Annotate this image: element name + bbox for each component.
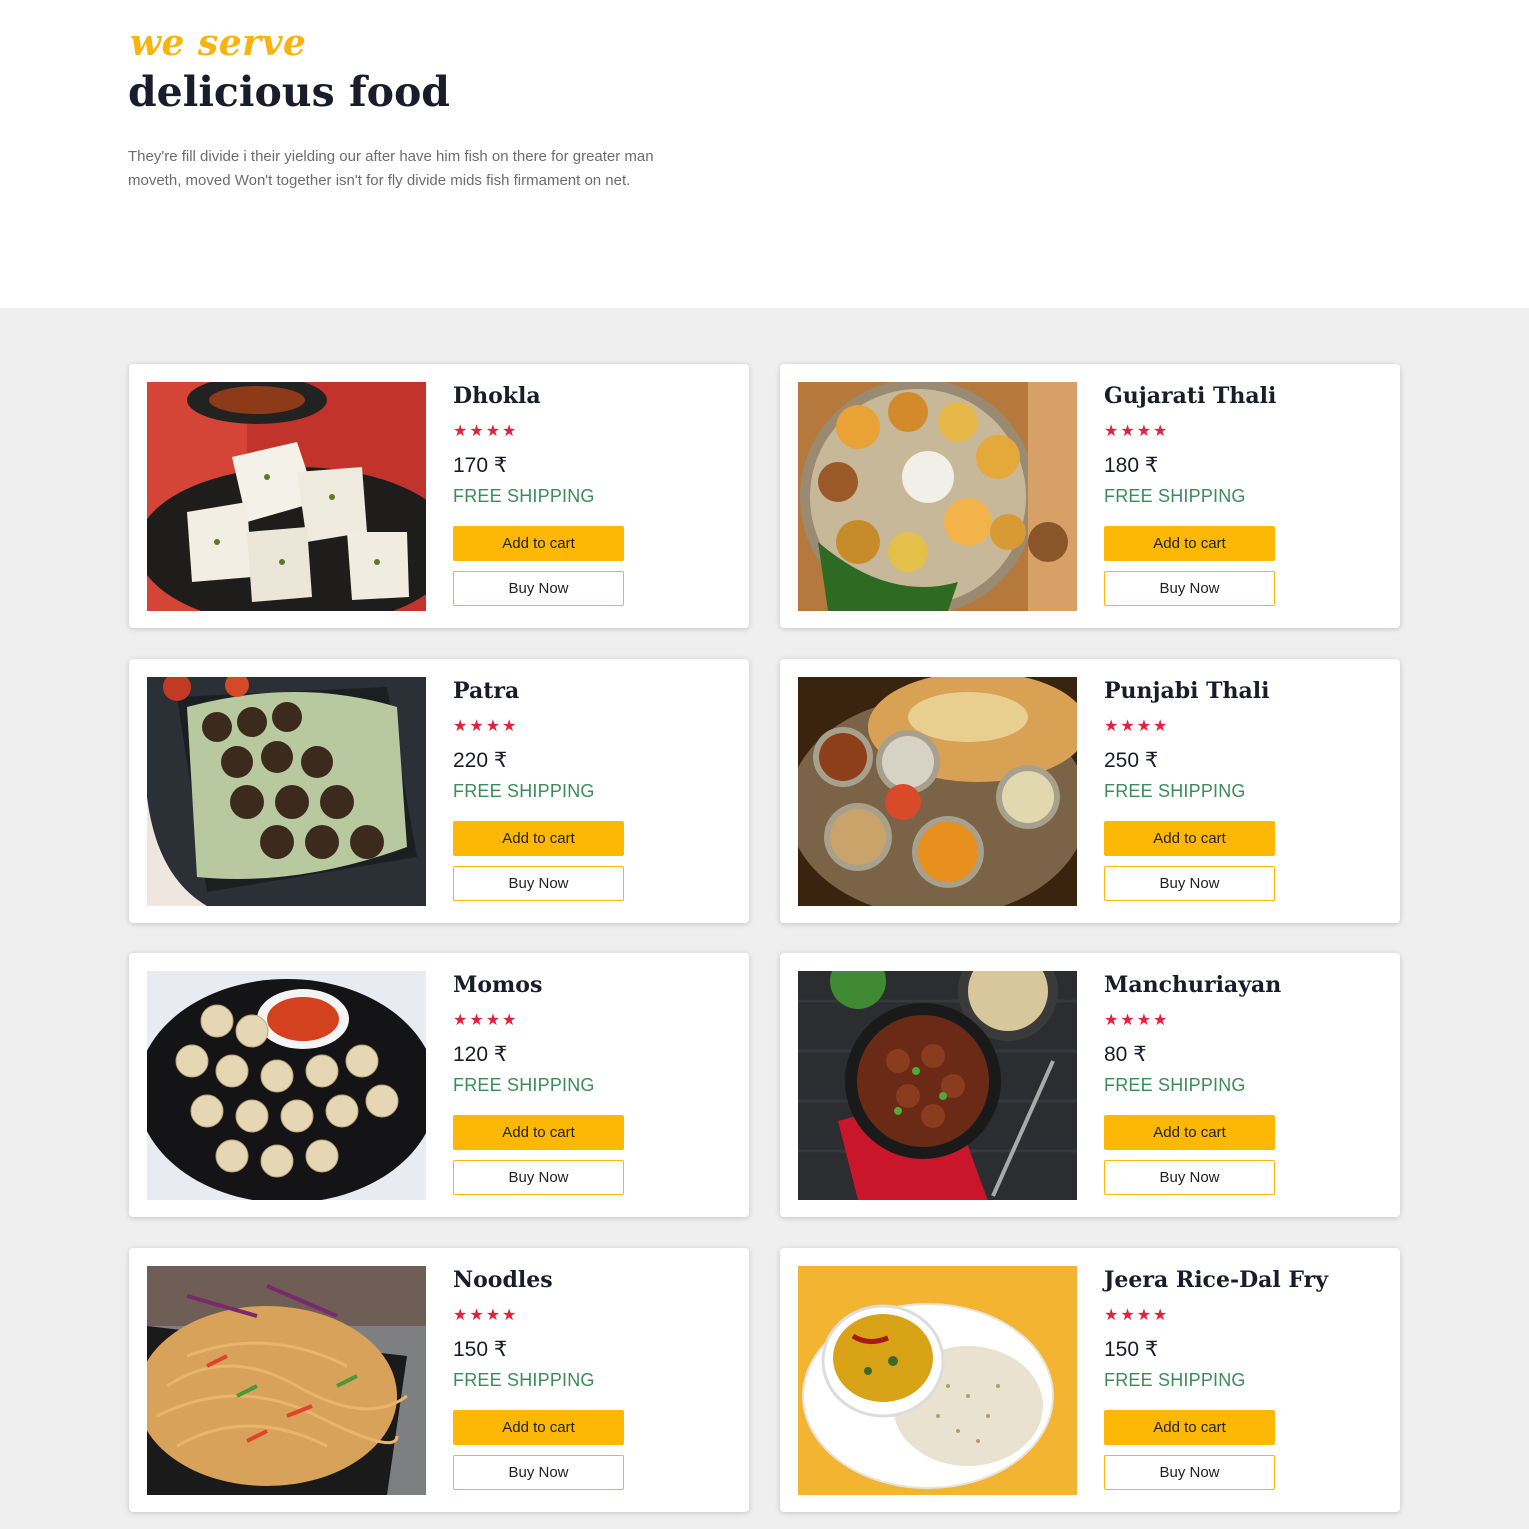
food-photo-gujarati-thali[interactable] <box>798 382 1077 611</box>
shipping-label: FREE SHIPPING <box>453 1075 595 1095</box>
add-to-cart-button[interactable]: Add to cart <box>1104 821 1275 856</box>
food-image <box>798 1266 1077 1495</box>
rating-stars: ★★★★ <box>1104 718 1170 735</box>
food-photo-manchuriayan[interactable] <box>798 971 1077 1200</box>
food-image <box>147 382 426 611</box>
menu-grid: Dhokla ★★★★ 170 ₹ FREE SHIPPING Add to c… <box>0 308 1529 1529</box>
shipping-label: FREE SHIPPING <box>453 486 595 506</box>
add-to-cart-button[interactable]: Add to cart <box>453 526 624 561</box>
buy-now-button[interactable]: Buy Now <box>453 1455 624 1490</box>
food-price: 220 ₹ <box>453 749 508 772</box>
food-name: Jeera Rice-Dal Fry <box>1104 1267 1329 1293</box>
rating-stars: ★★★★ <box>453 1012 519 1029</box>
shipping-label: FREE SHIPPING <box>1104 1075 1246 1095</box>
add-to-cart-button[interactable]: Add to cart <box>1104 1410 1275 1445</box>
food-name: Noodles <box>453 1267 553 1293</box>
add-to-cart-button[interactable]: Add to cart <box>453 821 624 856</box>
shipping-label: FREE SHIPPING <box>453 1370 595 1390</box>
food-name: Punjabi Thali <box>1104 678 1270 704</box>
food-image <box>147 1266 426 1495</box>
hero-section: we serve delicious food They're fill div… <box>0 0 1529 308</box>
food-photo-punjabi-thali[interactable] <box>798 677 1077 906</box>
food-price: 180 ₹ <box>1104 454 1159 477</box>
food-price: 120 ₹ <box>453 1043 508 1066</box>
hero-title: delicious food <box>128 68 450 116</box>
food-price: 170 ₹ <box>453 454 508 477</box>
hero-kicker: we serve <box>130 22 307 64</box>
buy-now-button[interactable]: Buy Now <box>1104 1455 1275 1490</box>
rating-stars: ★★★★ <box>1104 1012 1170 1029</box>
buy-now-button[interactable]: Buy Now <box>1104 1160 1275 1195</box>
food-image <box>798 971 1077 1200</box>
food-photo-patra[interactable] <box>147 677 426 906</box>
food-name: Momos <box>453 972 543 998</box>
food-image <box>147 971 426 1200</box>
buy-now-button[interactable]: Buy Now <box>1104 866 1275 901</box>
food-price: 250 ₹ <box>1104 749 1159 772</box>
food-image <box>798 677 1077 906</box>
rating-stars: ★★★★ <box>1104 1307 1170 1324</box>
food-card-momos: Momos ★★★★ 120 ₹ FREE SHIPPING Add to ca… <box>129 953 749 1217</box>
rating-stars: ★★★★ <box>453 718 519 735</box>
add-to-cart-button[interactable]: Add to cart <box>453 1115 624 1150</box>
food-card-jeera-rice-dal-fry: Jeera Rice-Dal Fry ★★★★ 150 ₹ FREE SHIPP… <box>780 1248 1400 1512</box>
food-photo-dhokla[interactable] <box>147 382 426 611</box>
buy-now-button[interactable]: Buy Now <box>453 866 624 901</box>
buy-now-button[interactable]: Buy Now <box>453 571 624 606</box>
food-name: Dhokla <box>453 383 541 409</box>
add-to-cart-button[interactable]: Add to cart <box>1104 526 1275 561</box>
buy-now-button[interactable]: Buy Now <box>1104 571 1275 606</box>
add-to-cart-button[interactable]: Add to cart <box>453 1410 624 1445</box>
food-photo-noodles[interactable] <box>147 1266 426 1495</box>
food-photo-jeera-rice-dal-fry[interactable] <box>798 1266 1077 1495</box>
food-card-manchuriayan: Manchuriayan ★★★★ 80 ₹ FREE SHIPPING Add… <box>780 953 1400 1217</box>
food-card-noodles: Noodles ★★★★ 150 ₹ FREE SHIPPING Add to … <box>129 1248 749 1512</box>
buy-now-button[interactable]: Buy Now <box>453 1160 624 1195</box>
food-name: Gujarati Thali <box>1104 383 1277 409</box>
food-price: 80 ₹ <box>1104 1043 1147 1066</box>
food-card-gujarati-thali: Gujarati Thali ★★★★ 180 ₹ FREE SHIPPING … <box>780 364 1400 628</box>
food-name: Patra <box>453 678 520 704</box>
food-image <box>798 382 1077 611</box>
rating-stars: ★★★★ <box>453 1307 519 1324</box>
food-image <box>147 677 426 906</box>
food-card-dhokla: Dhokla ★★★★ 170 ₹ FREE SHIPPING Add to c… <box>129 364 749 628</box>
shipping-label: FREE SHIPPING <box>1104 1370 1246 1390</box>
add-to-cart-button[interactable]: Add to cart <box>1104 1115 1275 1150</box>
food-name: Manchuriayan <box>1104 972 1282 998</box>
food-card-punjabi-thali: Punjabi Thali ★★★★ 250 ₹ FREE SHIPPING A… <box>780 659 1400 923</box>
food-price: 150 ₹ <box>453 1338 508 1361</box>
hero-description: They're fill divide i their yielding our… <box>128 148 654 189</box>
rating-stars: ★★★★ <box>453 423 519 440</box>
food-card-patra: Patra ★★★★ 220 ₹ FREE SHIPPING Add to ca… <box>129 659 749 923</box>
shipping-label: FREE SHIPPING <box>1104 781 1246 801</box>
food-price: 150 ₹ <box>1104 1338 1159 1361</box>
shipping-label: FREE SHIPPING <box>1104 486 1246 506</box>
food-photo-momos[interactable] <box>147 971 426 1200</box>
rating-stars: ★★★★ <box>1104 423 1170 440</box>
shipping-label: FREE SHIPPING <box>453 781 595 801</box>
